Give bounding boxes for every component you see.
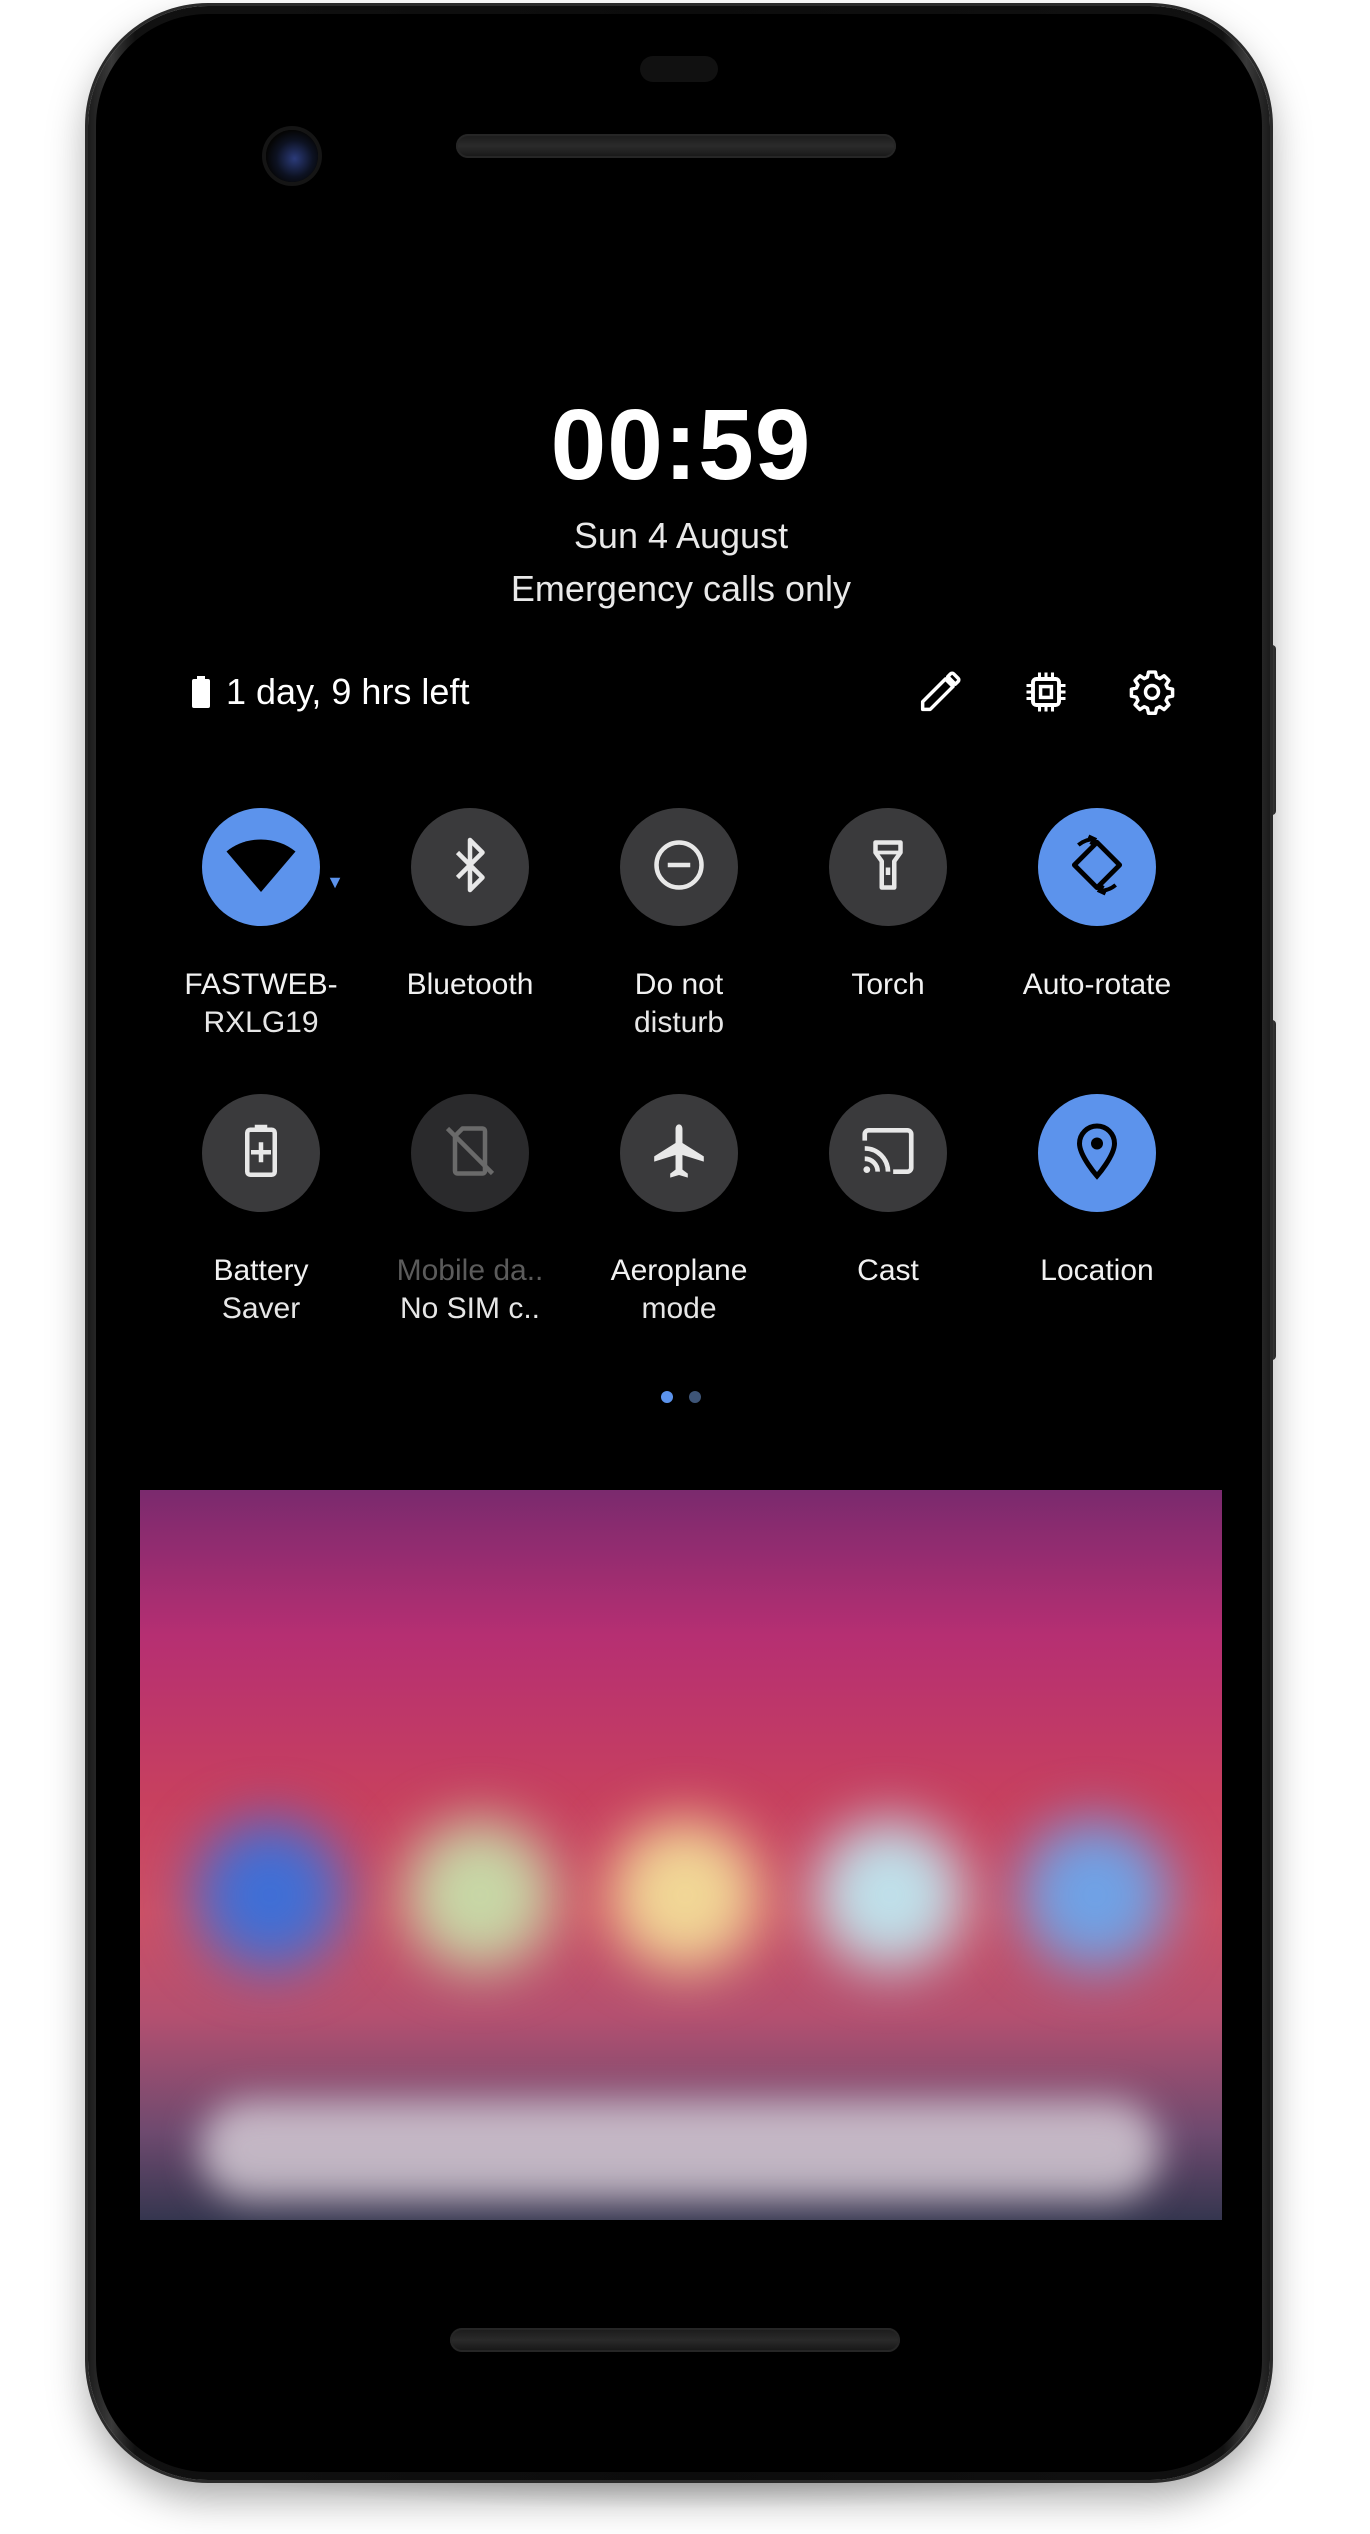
chip-icon[interactable]	[1020, 666, 1072, 718]
tile-cast-label: Cast	[857, 1254, 919, 1287]
tile-bluetooth[interactable]: Bluetooth	[367, 808, 573, 1004]
page-dot[interactable]	[689, 1391, 702, 1403]
tile-dnd-toggle[interactable]	[620, 808, 738, 926]
tile-bluetooth-label: Bluetooth	[406, 968, 534, 1001]
tile-aeroplane-sublabel: mode	[641, 1292, 717, 1325]
tile-auto-rotate-label: Auto-rotate	[1022, 968, 1172, 1001]
tile-wifi-sublabel: RXLG19	[203, 1006, 319, 1039]
torch-icon	[858, 835, 918, 900]
tile-wifi[interactable]: ▼ FASTWEB- RXLG19	[158, 808, 364, 1042]
do-not-disturb-icon	[649, 835, 709, 900]
chevron-down-icon[interactable]: ▼	[326, 872, 344, 893]
tile-wifi-label: FASTWEB-	[184, 968, 338, 1001]
tile-battery-saver-toggle[interactable]	[202, 1094, 320, 1212]
top-speaker-grille	[456, 134, 896, 158]
pencil-icon[interactable]	[914, 666, 966, 718]
tile-mobile-data-sublabel: No SIM c..	[399, 1292, 541, 1325]
blurred-search-bar	[200, 2100, 1160, 2200]
gear-icon[interactable]	[1126, 666, 1178, 718]
tile-location-toggle[interactable]	[1038, 1094, 1156, 1212]
blurred-app-icon	[815, 1820, 965, 1970]
auto-rotate-icon	[1065, 833, 1129, 902]
tile-torch-label: Torch	[851, 968, 925, 1001]
tile-battery-saver-sublabel: Saver	[221, 1292, 301, 1325]
front-camera	[266, 130, 318, 182]
location-icon	[1067, 1121, 1127, 1186]
tile-wifi-toggle[interactable]: ▼	[202, 808, 344, 926]
tile-auto-rotate[interactable]: Auto-rotate	[994, 808, 1200, 1004]
battery-saver-icon	[231, 1121, 291, 1186]
tile-aeroplane-toggle[interactable]	[620, 1094, 738, 1212]
bottom-speaker-grille	[450, 2328, 900, 2352]
tile-mobile-data-label: Mobile da..	[396, 1254, 544, 1287]
carrier-status: Emergency calls only	[510, 568, 852, 609]
tile-battery-saver-label: Battery	[213, 1254, 309, 1287]
tile-mobile-data-toggle[interactable]	[411, 1094, 529, 1212]
tile-torch[interactable]: Torch	[785, 808, 991, 1004]
tile-bluetooth-toggle[interactable]	[411, 808, 529, 926]
blurred-app-icon	[405, 1820, 555, 1970]
page-indicator	[140, 1390, 1222, 1404]
tile-torch-toggle[interactable]	[829, 808, 947, 926]
blurred-app-icon	[1020, 1820, 1170, 1970]
tile-location[interactable]: Location	[994, 1094, 1200, 1290]
tile-do-not-disturb[interactable]: Do not disturb	[576, 808, 782, 1042]
tile-cast-toggle[interactable]	[829, 1094, 947, 1212]
header-actions	[140, 666, 1222, 718]
tile-aeroplane-mode[interactable]: Aeroplane mode	[576, 1094, 782, 1328]
tile-location-label: Location	[1040, 1254, 1154, 1287]
blurred-home-screen	[140, 1490, 1222, 2220]
clock: 00:59	[550, 389, 812, 501]
tile-battery-saver[interactable]: Battery Saver	[158, 1094, 364, 1328]
tile-dnd-sublabel: disturb	[633, 1006, 725, 1039]
notification-shade: 00:59 Sun 4 August Emergency calls only …	[140, 190, 1222, 2220]
aeroplane-icon	[647, 1119, 711, 1188]
device-mockup: 00:59 Sun 4 August Emergency calls only …	[0, 0, 1370, 2534]
tile-aeroplane-label: Aeroplane	[610, 1254, 748, 1287]
blurred-app-icon	[610, 1820, 760, 1970]
tile-mobile-data[interactable]: Mobile da.. No SIM c..	[367, 1094, 573, 1328]
blurred-app-icon	[195, 1820, 345, 1970]
bluetooth-icon	[440, 835, 500, 900]
tile-auto-rotate-toggle[interactable]	[1038, 808, 1156, 926]
cast-icon	[857, 1120, 919, 1187]
wifi-icon	[225, 835, 297, 900]
tile-dnd-label: Do not	[634, 968, 724, 1001]
tile-cast[interactable]: Cast	[785, 1094, 991, 1290]
no-sim-icon	[440, 1121, 500, 1186]
date-label: Sun 4 August	[573, 515, 789, 556]
page-dot-active[interactable]	[660, 1391, 673, 1403]
earpiece-slot	[640, 56, 718, 82]
